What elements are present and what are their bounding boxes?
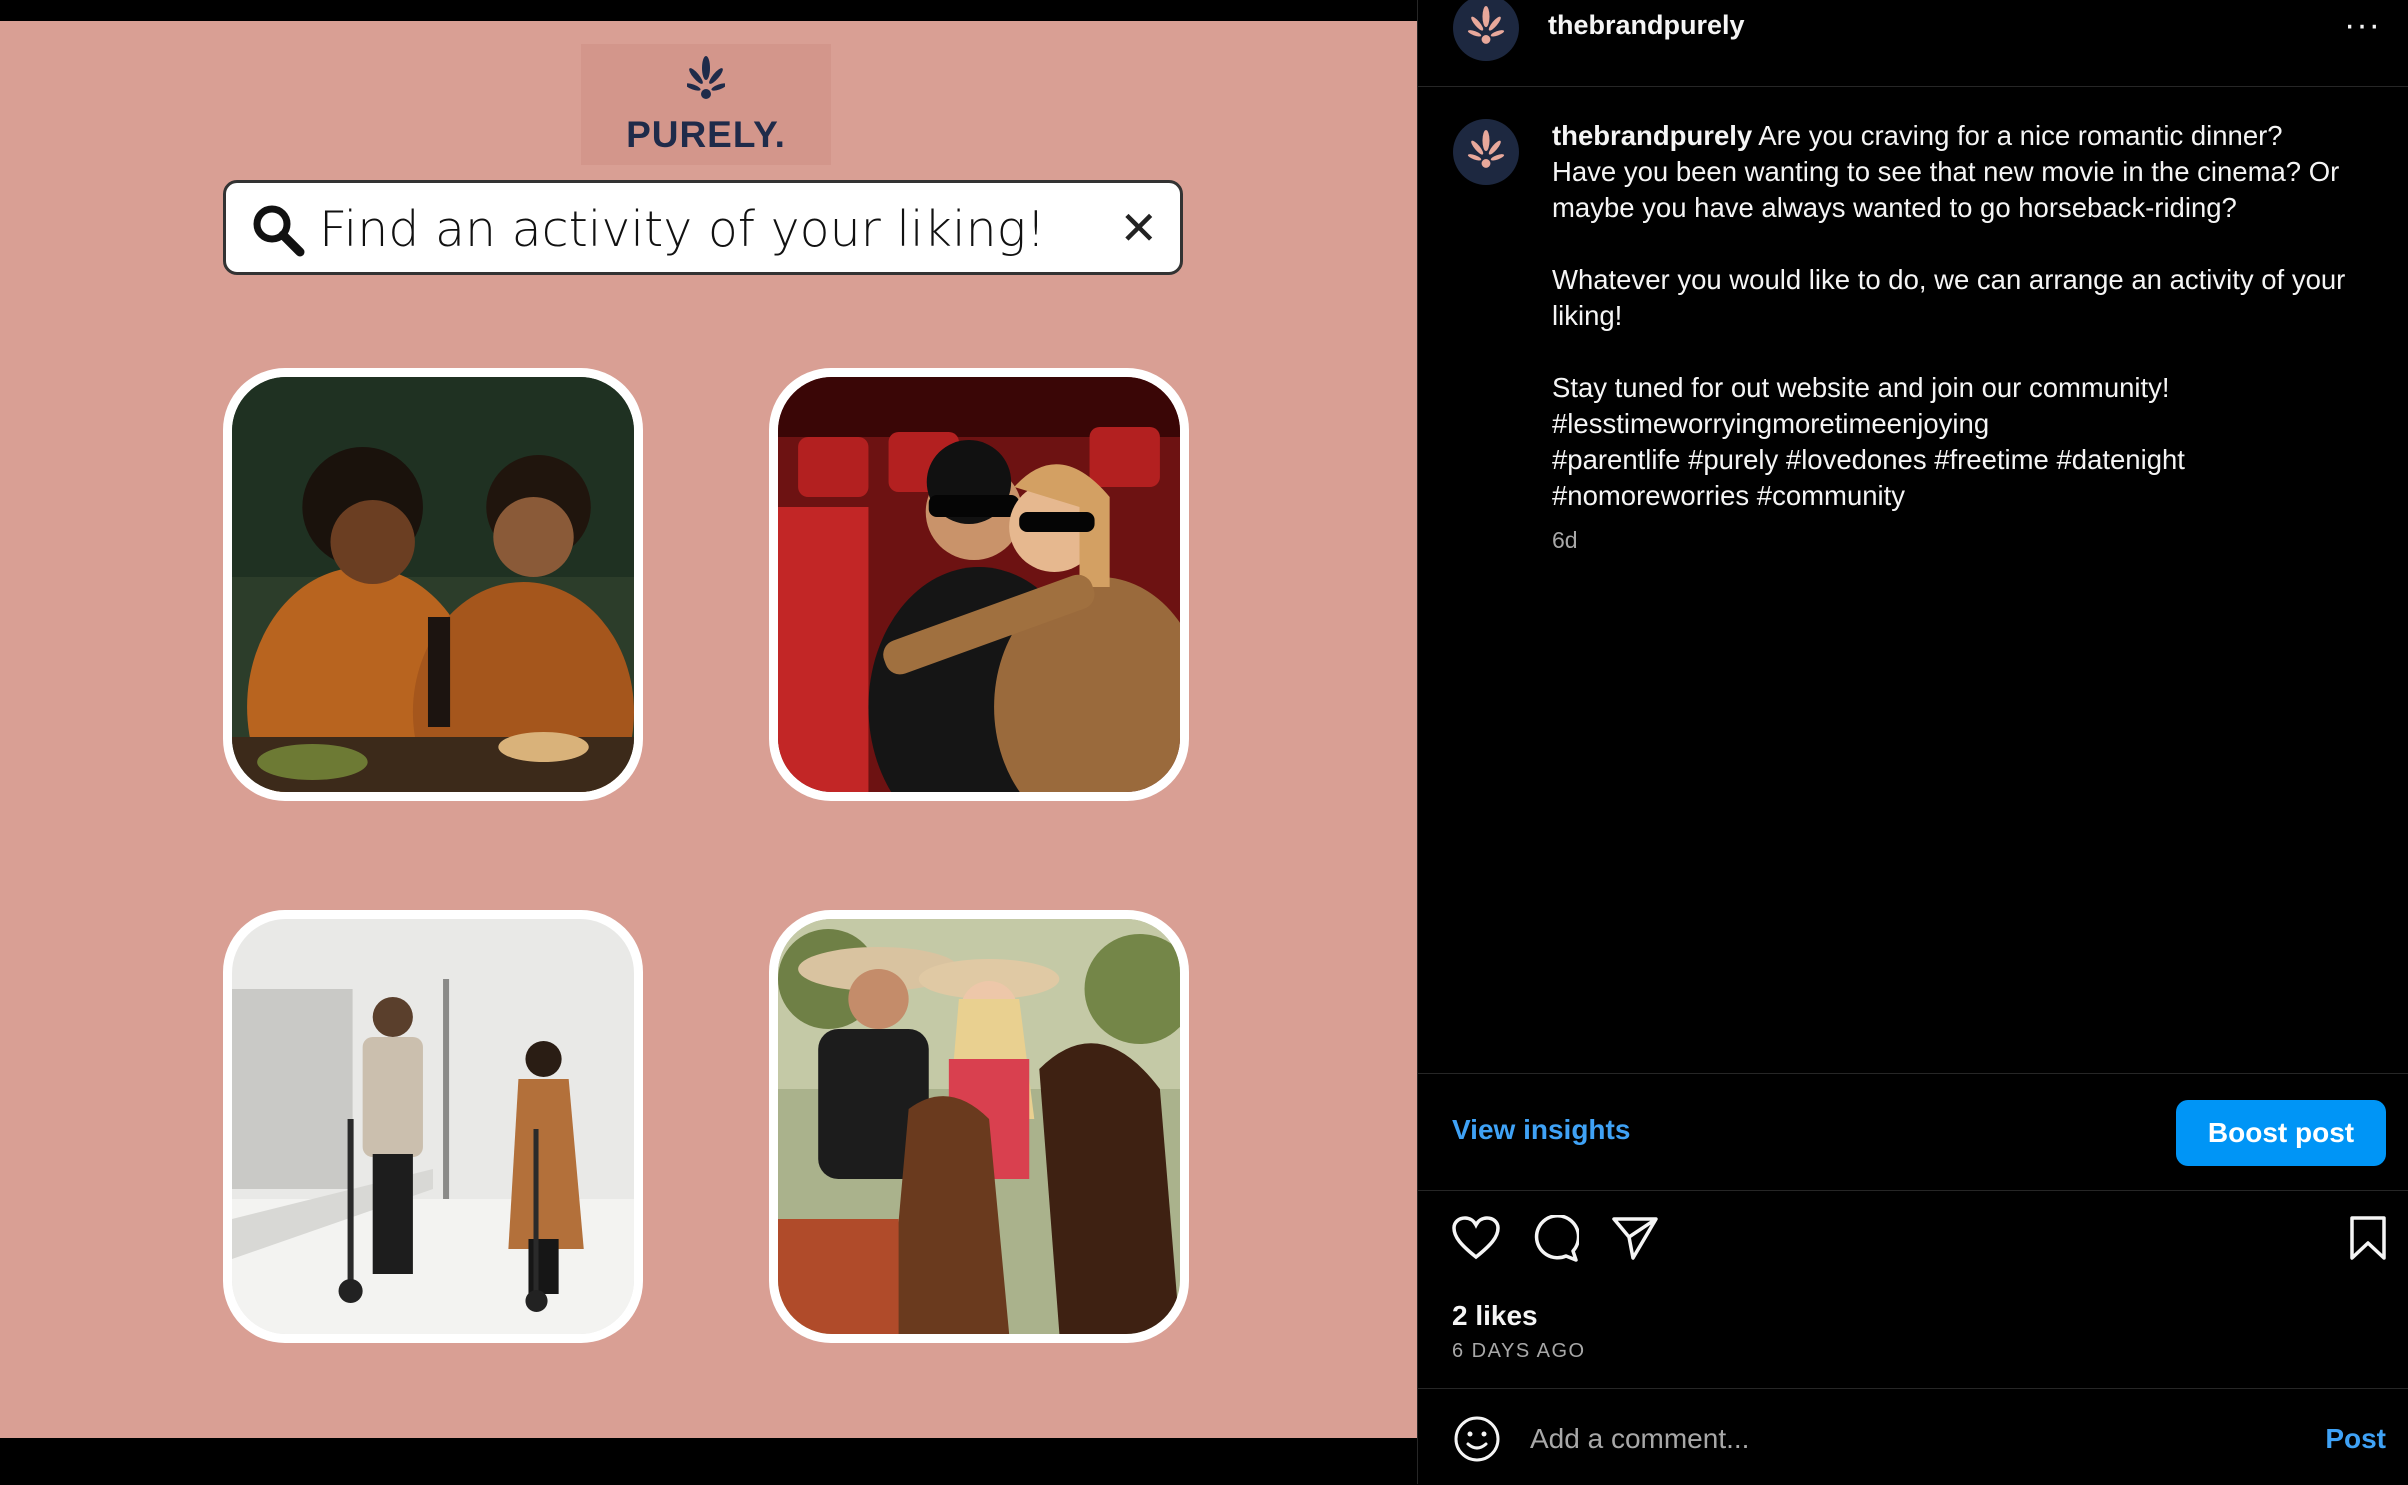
activity-photo-scooters [223, 910, 643, 1343]
caption-avatar[interactable] [1453, 119, 1519, 185]
view-insights-link[interactable]: View insights [1452, 1114, 1630, 1146]
post-date: 6 DAYS AGO [1452, 1340, 1586, 1362]
likes-count[interactable]: 2 likes [1452, 1300, 1538, 1332]
insights-bar: View insights Boost post [1418, 1073, 2408, 1191]
more-options-icon[interactable]: ··· [2344, 6, 2381, 45]
caption-age: 6d [1552, 527, 1578, 553]
brand-logo: PURELY. [581, 44, 831, 165]
close-icon: ✕ [1119, 202, 1158, 254]
boost-post-button[interactable]: Boost post [2176, 1100, 2386, 1166]
leaf-logo-icon [1467, 130, 1505, 168]
heart-icon[interactable] [1451, 1215, 1501, 1261]
bookmark-icon[interactable] [2348, 1215, 2388, 1261]
brand-logo-text: PURELY. [626, 114, 786, 155]
post-header: thebrandpurely ··· [1418, 0, 2408, 87]
comment-icon[interactable] [1531, 1215, 1579, 1263]
post-caption: thebrandpurely Are you craving for a nic… [1552, 118, 2352, 514]
caption-text: Are you craving for a nice romantic dinn… [1552, 120, 2346, 511]
avatar[interactable] [1453, 0, 1519, 61]
leaf-logo-icon [687, 56, 725, 99]
leaf-logo-icon [1467, 6, 1505, 44]
activity-photo-horseback [769, 910, 1189, 1343]
search-bar-graphic: Find an activity of your liking! ✕ [223, 180, 1183, 275]
comment-bar: Add a comment... Post [1418, 1388, 2408, 1485]
activity-photo-cinema [769, 368, 1189, 801]
header-username[interactable]: thebrandpurely [1548, 10, 1745, 41]
search-icon [253, 205, 305, 257]
emoji-icon[interactable] [1453, 1415, 1501, 1463]
post-sidebar: thebrandpurely ··· thebrandpurely Are yo… [1417, 0, 2408, 1484]
activity-photo-dinner [223, 368, 643, 801]
caption-username[interactable]: thebrandpurely [1552, 120, 1752, 151]
comment-input[interactable]: Add a comment... [1530, 1423, 1749, 1455]
share-icon[interactable] [1611, 1215, 1659, 1261]
post-comment-button[interactable]: Post [2325, 1423, 2386, 1455]
search-text: Find an activity of your liking! [319, 201, 1046, 258]
post-image[interactable]: PURELY. Find an activity of your liking!… [0, 21, 1417, 1438]
